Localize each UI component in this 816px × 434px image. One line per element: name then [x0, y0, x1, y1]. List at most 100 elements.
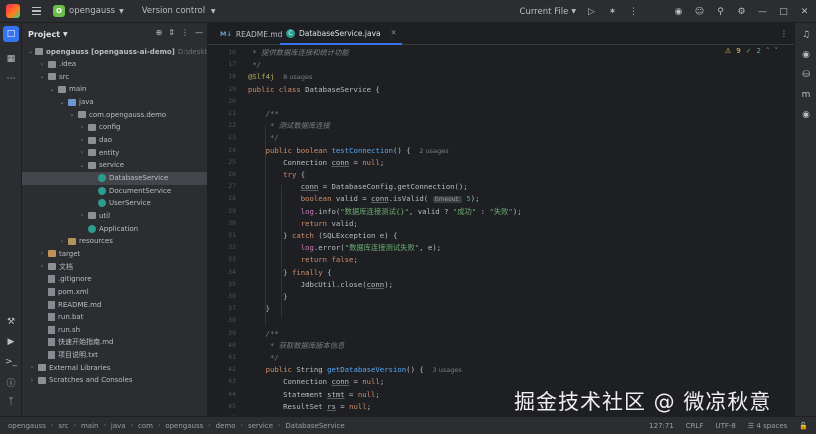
- git-icon[interactable]: ᛉ: [5, 396, 17, 408]
- breadcrumb-item[interactable]: main: [81, 422, 99, 430]
- tree-item[interactable]: › target: [22, 247, 207, 260]
- tabs-options-icon[interactable]: ⋮: [780, 29, 788, 38]
- breadcrumb-item[interactable]: com: [138, 422, 153, 430]
- hide-panel-icon[interactable]: —: [195, 28, 203, 37]
- tree-item[interactable]: run.sh: [22, 323, 207, 336]
- chevron-down-icon[interactable]: ⌄: [58, 99, 66, 106]
- more-tools-icon[interactable]: ⋯: [5, 73, 17, 85]
- tree-item[interactable]: Application: [22, 222, 207, 235]
- version-control-menu[interactable]: Version control ▼: [142, 6, 216, 16]
- close-tab-icon[interactable]: ✕: [391, 29, 397, 37]
- maximize-icon[interactable]: □: [778, 6, 789, 17]
- chevron-down-icon[interactable]: ⌄: [48, 86, 56, 93]
- tree-item[interactable]: UserService: [22, 197, 207, 210]
- tree-item[interactable]: README.md: [22, 298, 207, 311]
- breadcrumb-item[interactable]: opengauss: [8, 422, 46, 430]
- chevron-down-icon[interactable]: ⌄: [78, 162, 86, 169]
- project-folder-icon[interactable]: □: [3, 26, 19, 42]
- breadcrumb-item[interactable]: java: [111, 422, 126, 430]
- tree-item[interactable]: › 文档: [22, 260, 207, 273]
- tree-item[interactable]: ⌄ com.opengauss.demo: [22, 108, 207, 121]
- tree-item[interactable]: ⌄ service: [22, 159, 207, 172]
- search-icon[interactable]: ⚲: [715, 6, 726, 17]
- settings-gear-icon[interactable]: ⚙: [736, 6, 747, 17]
- panel-options-icon[interactable]: ⋮: [181, 28, 189, 37]
- maven-icon[interactable]: m: [800, 89, 812, 101]
- warning-count: 9: [736, 47, 741, 55]
- breadcrumb-item[interactable]: service: [248, 422, 273, 430]
- inspection-widget[interactable]: ⚠ 9 ✓ 2 ˄ ˅: [725, 47, 778, 55]
- tree-item[interactable]: DatabaseService: [22, 171, 207, 185]
- tree-item-label: src: [59, 72, 70, 81]
- problems-icon[interactable]: ⓘ: [5, 376, 17, 389]
- run-config-label: Current File: [519, 6, 569, 17]
- breadcrumb-item[interactable]: demo: [216, 422, 236, 430]
- project-selector[interactable]: O opengauss ▼: [53, 5, 124, 17]
- tree-item[interactable]: › dao: [22, 134, 207, 147]
- services-icon[interactable]: ▶: [5, 336, 17, 348]
- indent-setting[interactable]: ☰ 4 spaces: [748, 422, 787, 430]
- minimize-icon[interactable]: —: [757, 6, 768, 17]
- tree-item[interactable]: › Scratches and Consoles: [22, 374, 207, 387]
- tree-item[interactable]: ⌄ java: [22, 96, 207, 109]
- chevron-right-icon[interactable]: ›: [28, 364, 36, 371]
- ai-chat-icon[interactable]: ◉: [800, 49, 812, 61]
- database-icon[interactable]: ⛁: [800, 69, 812, 81]
- chevron-down-icon[interactable]: ⌄: [68, 111, 76, 118]
- breadcrumb-item[interactable]: opengauss: [165, 422, 203, 430]
- line-separator[interactable]: CRLF: [686, 422, 704, 430]
- tree-item[interactable]: ⌄ src: [22, 70, 207, 83]
- chevron-right-icon[interactable]: ›: [38, 61, 46, 68]
- tree-item[interactable]: › entity: [22, 146, 207, 159]
- debug-icon[interactable]: ✶: [607, 6, 618, 17]
- tree-item[interactable]: pom.xml: [22, 285, 207, 298]
- structure-icon[interactable]: ▦: [5, 53, 17, 65]
- intellij-logo-icon[interactable]: [6, 4, 20, 18]
- locate-file-icon[interactable]: ⊕: [156, 28, 163, 37]
- more-actions-icon[interactable]: ⋮: [628, 6, 639, 17]
- tree-item[interactable]: 快速开始指南.md: [22, 336, 207, 349]
- code-line: conn = DatabaseConfig.getConnection();: [300, 182, 468, 192]
- tab-readme[interactable]: M↓ README.md: [214, 23, 288, 45]
- main-menu-icon[interactable]: [32, 7, 41, 15]
- tree-item[interactable]: › External Libraries: [22, 361, 207, 374]
- chevron-right-icon[interactable]: ›: [78, 212, 86, 219]
- close-icon[interactable]: ✕: [799, 6, 810, 17]
- chevron-down-icon[interactable]: ⌄: [38, 73, 46, 80]
- lock-icon[interactable]: 🔓: [799, 422, 808, 430]
- chevron-right-icon[interactable]: ›: [38, 250, 46, 257]
- tree-item[interactable]: .gitignore: [22, 273, 207, 286]
- tree-item[interactable]: › resources: [22, 235, 207, 248]
- tree-item[interactable]: 项目说明.txt: [22, 349, 207, 362]
- chevron-right-icon[interactable]: ›: [78, 137, 86, 144]
- tab-databaseservice[interactable]: C DatabaseService.java ✕: [280, 23, 403, 45]
- chevron-right-icon[interactable]: ›: [78, 124, 86, 131]
- run-config-selector[interactable]: Current File ▼: [520, 7, 576, 17]
- terminal-icon[interactable]: >_: [5, 356, 17, 368]
- breadcrumb-item[interactable]: DatabaseService: [285, 422, 344, 430]
- tree-item[interactable]: DocumentService: [22, 184, 207, 197]
- gradle-icon[interactable]: ◉: [800, 109, 812, 121]
- chevron-right-icon[interactable]: ›: [58, 238, 66, 245]
- tree-item[interactable]: › config: [22, 121, 207, 134]
- add-user-icon[interactable]: ☺: [694, 6, 705, 17]
- tree-item[interactable]: run.bat: [22, 311, 207, 324]
- tree-item[interactable]: › .idea: [22, 58, 207, 71]
- tree-item[interactable]: ⌄ main: [22, 83, 207, 96]
- watermark-text: 掘金技术社区 @ 微凉秋意: [514, 390, 772, 414]
- notifications-bell-icon[interactable]: ♫: [800, 29, 812, 41]
- breadcrumb-item[interactable]: src: [58, 422, 68, 430]
- file-encoding[interactable]: UTF-8: [715, 422, 735, 430]
- tree-item[interactable]: › util: [22, 209, 207, 222]
- chevron-right-icon[interactable]: ›: [28, 377, 36, 384]
- ai-assistant-icon[interactable]: ◉: [673, 6, 684, 17]
- run-icon[interactable]: ▷: [586, 6, 597, 17]
- chevron-right-icon[interactable]: ›: [78, 149, 86, 156]
- build-hammer-icon[interactable]: ⚒: [5, 316, 17, 328]
- chevron-right-icon[interactable]: ›: [38, 263, 46, 270]
- tree-item-label: DocumentService: [109, 186, 172, 195]
- chevron-down-icon[interactable]: ⌄: [28, 48, 33, 55]
- collapse-all-icon[interactable]: ⇕: [168, 28, 175, 37]
- tree-item[interactable]: ⌄ opengauss [opengauss-ai-demo]D:\desktop…: [22, 45, 207, 58]
- caret-position[interactable]: 127:71: [649, 422, 674, 430]
